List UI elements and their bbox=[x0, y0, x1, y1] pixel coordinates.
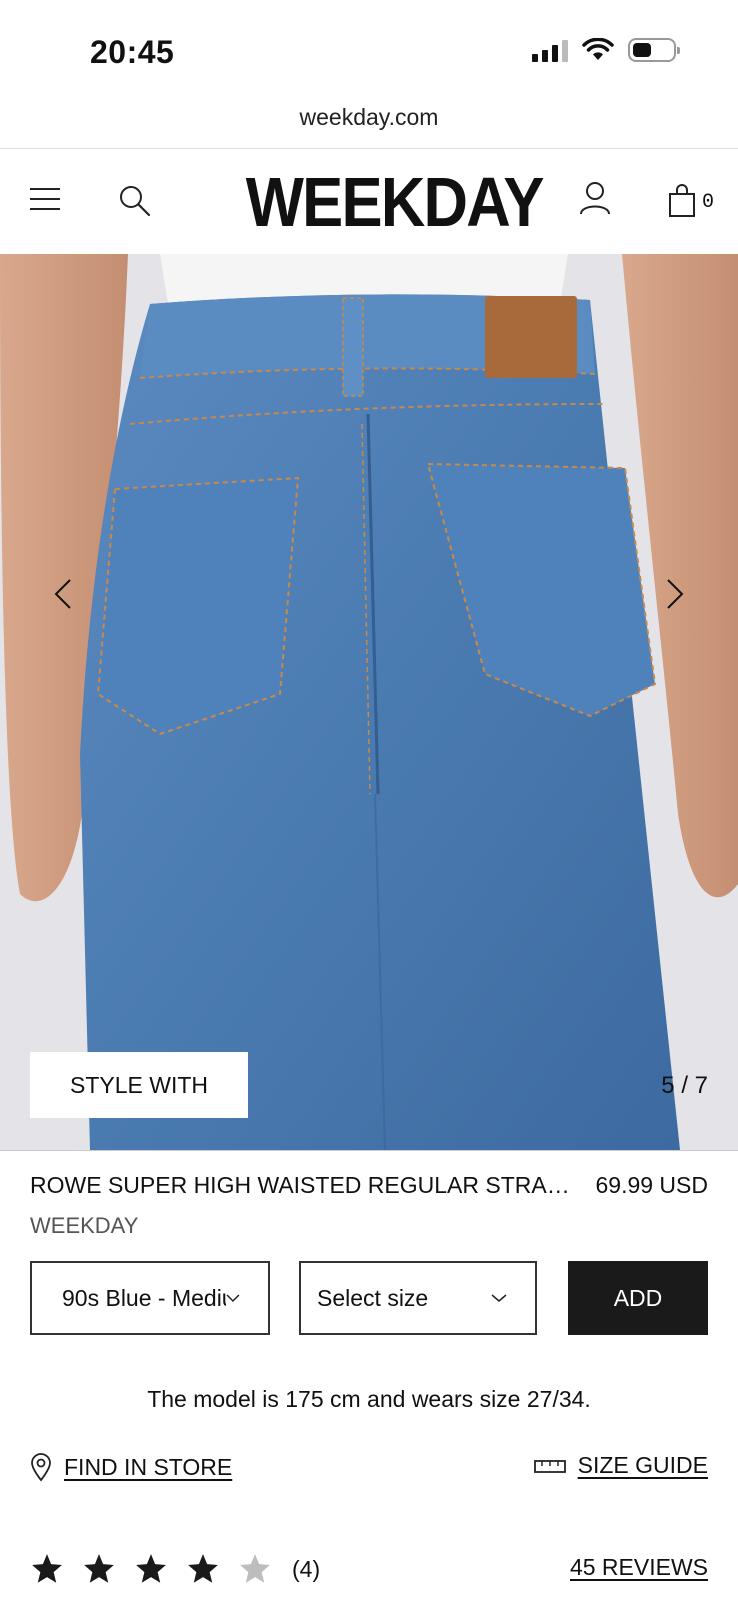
star-filled-icon bbox=[188, 1554, 218, 1583]
browser-url[interactable]: weekday.com bbox=[0, 104, 738, 131]
status-time: 20:45 bbox=[90, 34, 175, 70]
star-empty-icon bbox=[240, 1554, 270, 1583]
ruler-icon bbox=[533, 1459, 566, 1473]
rating-stars: (4) bbox=[30, 1552, 320, 1586]
color-select-value: 90s Blue - Medium bbox=[62, 1284, 226, 1311]
wifi-icon bbox=[582, 38, 614, 60]
status-bar: 20:45 bbox=[0, 0, 738, 100]
chevron-down-icon bbox=[491, 1294, 507, 1302]
product-price: 69.99 USD bbox=[595, 1172, 708, 1198]
next-image-arrow-icon[interactable] bbox=[654, 574, 694, 614]
status-icons bbox=[532, 38, 680, 62]
image-counter: 5 / 7 bbox=[661, 1072, 708, 1099]
find-in-store-link[interactable]: FIND IN STORE bbox=[30, 1452, 232, 1482]
search-icon[interactable] bbox=[118, 184, 152, 218]
star-filled-icon bbox=[84, 1554, 114, 1583]
cellular-signal-icon bbox=[532, 38, 568, 62]
product-image[interactable]: STYLE WITH 5 / 7 bbox=[0, 254, 738, 1150]
location-pin-icon bbox=[31, 1453, 51, 1482]
color-select[interactable]: 90s Blue - Medium bbox=[30, 1261, 270, 1335]
site-header: WEEKDAY 0 bbox=[0, 150, 738, 254]
reviews-link[interactable]: 45 REVIEWS bbox=[570, 1554, 708, 1581]
shopping-bag-button[interactable]: 0 bbox=[668, 180, 720, 218]
bag-count: 0 bbox=[702, 191, 715, 214]
size-select-placeholder: Select size bbox=[317, 1284, 429, 1311]
account-icon[interactable] bbox=[578, 180, 612, 216]
star-filled-icon bbox=[136, 1554, 166, 1583]
size-guide-label: SIZE GUIDE bbox=[577, 1452, 708, 1478]
previous-image-arrow-icon[interactable] bbox=[44, 574, 84, 614]
review-count: (4) bbox=[292, 1555, 321, 1582]
menu-icon[interactable] bbox=[30, 188, 60, 210]
battery-icon bbox=[628, 38, 680, 62]
product-brand: WEEKDAY bbox=[30, 1213, 139, 1238]
shopping-bag-icon bbox=[669, 184, 695, 217]
model-info: The model is 175 cm and wears size 27/34… bbox=[147, 1386, 591, 1412]
divider bbox=[0, 148, 738, 149]
site-logo[interactable]: WEEKDAY bbox=[246, 164, 545, 240]
size-guide-link[interactable]: SIZE GUIDE bbox=[533, 1452, 708, 1479]
star-filled-icon bbox=[32, 1554, 62, 1583]
product-name: ROWE SUPER HIGH WAISTED REGULAR STRAIGHT… bbox=[30, 1172, 570, 1198]
add-to-bag-button[interactable]: ADD bbox=[568, 1261, 708, 1335]
style-with-button[interactable]: STYLE WITH bbox=[30, 1052, 248, 1118]
jeans-photo bbox=[0, 254, 738, 1150]
find-in-store-label: FIND IN STORE bbox=[64, 1453, 233, 1480]
size-select[interactable]: Select size bbox=[299, 1261, 537, 1335]
chevron-down-icon bbox=[226, 1294, 240, 1303]
divider bbox=[0, 1150, 738, 1151]
